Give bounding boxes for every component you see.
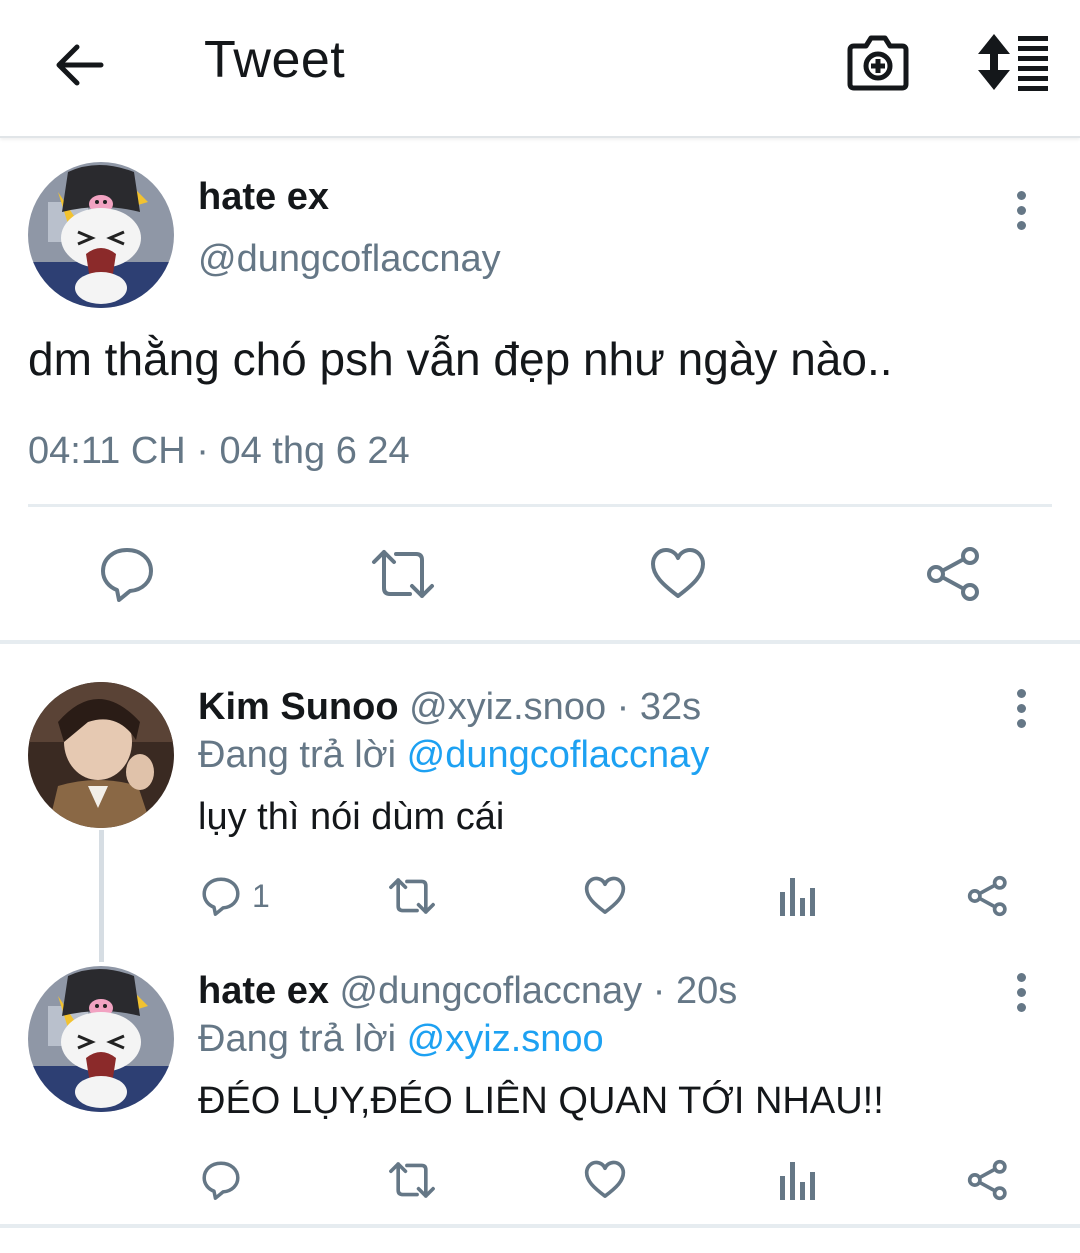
retweet-button[interactable] xyxy=(370,544,434,604)
reply-count: 1 xyxy=(252,877,270,914)
handle-and-time: @dungcoflaccnay · 20s xyxy=(339,970,738,1012)
camera-button[interactable] xyxy=(844,30,912,94)
avatar[interactable] xyxy=(28,682,174,828)
display-name[interactable]: Kim Sunoo xyxy=(198,686,399,728)
user-handle[interactable]: @dungcoflaccnay xyxy=(198,238,501,281)
share-button[interactable] xyxy=(966,872,1010,920)
reply-button[interactable]: 1 xyxy=(200,872,270,920)
retweet-icon xyxy=(389,878,435,914)
divider xyxy=(28,504,1052,507)
more-options-button[interactable] xyxy=(1001,962,1041,1022)
retweet-button[interactable] xyxy=(388,872,436,920)
share-icon xyxy=(967,1159,1007,1201)
replying-to: Đang trả lời @xyiz.snoo xyxy=(198,1018,604,1061)
kuromi-avatar-image xyxy=(28,966,174,1112)
reply-icon xyxy=(202,877,240,916)
camera-add-icon xyxy=(847,35,909,91)
more-options-button[interactable] xyxy=(1001,678,1041,738)
page-title: Tweet xyxy=(204,31,346,89)
share-button[interactable] xyxy=(924,544,984,604)
arrow-left-icon xyxy=(56,44,104,86)
sort-button[interactable] xyxy=(972,30,1052,94)
retweet-icon xyxy=(389,1162,435,1198)
avatar[interactable] xyxy=(28,966,174,1112)
reply-icon xyxy=(101,548,153,602)
share-icon xyxy=(927,547,979,601)
sort-list-icon xyxy=(978,34,1048,91)
more-vertical-icon xyxy=(1016,190,1026,200)
reply-text: ĐÉO LỤY,ĐÉO LIÊN QUAN TỚI NHAU!! xyxy=(198,1080,884,1122)
reply-button[interactable] xyxy=(97,544,157,604)
retweet-button[interactable] xyxy=(388,1156,436,1204)
analytics-button[interactable] xyxy=(778,1156,818,1204)
more-options-button[interactable] xyxy=(1001,180,1041,240)
top-app-bar: Tweet xyxy=(0,0,1080,138)
reply-text: lụy thì nói dùm cái xyxy=(198,796,505,838)
share-icon xyxy=(967,875,1007,917)
mention-link[interactable]: @xyiz.snoo xyxy=(407,1018,604,1060)
reply-header: Kim Sunoo @xyiz.snoo · 32s xyxy=(198,686,701,729)
mention-link[interactable]: @dungcoflaccnay xyxy=(407,734,710,776)
display-name[interactable]: hate ex xyxy=(198,176,329,219)
replying-to-label: Đang trả lời xyxy=(198,734,397,776)
replying-to: Đang trả lời @dungcoflaccnay xyxy=(198,734,709,777)
section-divider xyxy=(0,640,1080,644)
like-icon xyxy=(651,548,705,598)
handle-and-time: @xyiz.snoo · 32s xyxy=(409,686,702,728)
like-icon xyxy=(584,1160,626,1198)
share-button[interactable] xyxy=(966,1156,1010,1204)
like-button[interactable] xyxy=(583,1156,627,1204)
main-tweet: hate ex @dungcoflaccnay dm thằng chó psh… xyxy=(0,140,1080,642)
more-vertical-icon xyxy=(1016,972,1026,982)
tweet-timestamp: 04:11 CH · 04 thg 6 24 xyxy=(28,430,410,472)
like-button[interactable] xyxy=(583,872,627,920)
more-vertical-icon xyxy=(1016,688,1026,698)
tweet-text: dm thằng chó psh vẫn đẹp như ngày nào.. xyxy=(28,333,893,385)
like-icon xyxy=(584,876,626,914)
avatar[interactable] xyxy=(28,162,174,308)
analytics-icon xyxy=(780,878,815,916)
thread-line xyxy=(99,830,104,962)
like-button[interactable] xyxy=(648,544,708,604)
divider xyxy=(0,1224,1080,1228)
reply-button[interactable] xyxy=(200,1156,252,1204)
kuromi-avatar-image xyxy=(28,162,174,308)
profile-photo-image xyxy=(28,682,174,828)
analytics-button[interactable] xyxy=(778,872,818,920)
retweet-icon xyxy=(372,550,434,598)
reply-header: hate ex @dungcoflaccnay · 20s xyxy=(198,970,737,1013)
reply-icon xyxy=(202,1161,240,1200)
display-name[interactable]: hate ex xyxy=(198,970,329,1012)
analytics-icon xyxy=(780,1162,815,1200)
replying-to-label: Đang trả lời xyxy=(198,1018,397,1060)
back-button[interactable] xyxy=(46,32,112,98)
